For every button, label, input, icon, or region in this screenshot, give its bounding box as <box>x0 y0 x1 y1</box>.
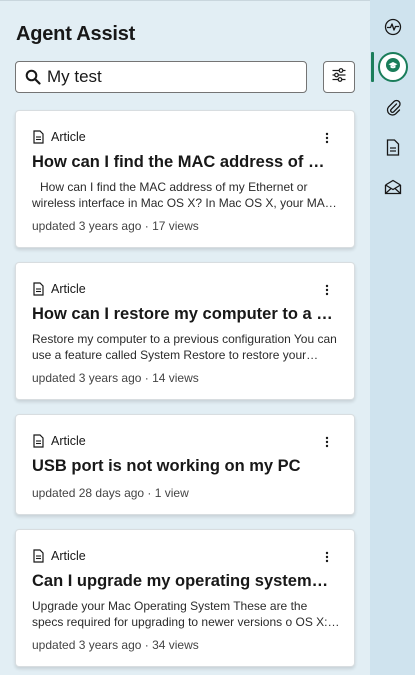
search-value: My test <box>47 67 102 86</box>
panel-title: Agent Assist <box>16 23 136 45</box>
article-card[interactable]: Article How can I restore my computer to… <box>15 262 355 400</box>
article-card[interactable]: Article USB port is not working on my PC… <box>15 414 355 515</box>
search-icon <box>25 69 41 85</box>
article-title[interactable]: Can I upgrade my operating system? What … <box>32 572 338 591</box>
article-type-label: Article <box>51 130 86 144</box>
article-icon <box>32 282 45 296</box>
more-options-icon[interactable] <box>322 549 332 565</box>
knowledge-icon <box>385 57 401 77</box>
more-options-icon[interactable] <box>322 434 332 450</box>
article-description: Restore my computer to a previous config… <box>32 332 337 362</box>
article-meta: updated 28 days ago · 1 view <box>32 486 189 500</box>
article-title[interactable]: USB port is not working on my PC <box>32 457 338 476</box>
attachment-icon[interactable] <box>382 96 404 118</box>
article-card[interactable]: Article How can I find the MAC address o… <box>15 110 355 248</box>
article-icon <box>32 434 45 448</box>
filter-button[interactable] <box>323 61 355 93</box>
more-options-icon[interactable] <box>322 130 332 146</box>
agent-assist-panel: Agent Assist My test Article How can I f… <box>0 0 370 675</box>
document-icon[interactable] <box>382 136 404 158</box>
utility-rail <box>370 0 415 675</box>
email-icon[interactable] <box>382 176 404 198</box>
article-type-label: Article <box>51 549 86 563</box>
knowledge-button[interactable] <box>378 52 408 82</box>
article-meta: updated 3 years ago · 17 views <box>32 219 199 233</box>
article-card[interactable]: Article Can I upgrade my operating syste… <box>15 529 355 667</box>
activity-icon[interactable] <box>382 16 404 38</box>
search-input[interactable]: My test <box>15 61 307 93</box>
filter-icon <box>331 67 347 88</box>
article-icon <box>32 130 45 144</box>
article-icon <box>32 549 45 563</box>
more-options-icon[interactable] <box>322 282 332 298</box>
article-type-label: Article <box>51 434 86 448</box>
article-description: Upgrade your Mac Operating System These … <box>32 599 328 629</box>
active-indicator <box>371 52 374 82</box>
article-title[interactable]: How can I restore my computer to a previ… <box>32 305 338 324</box>
article-description: How can I find the MAC address of my Eth… <box>32 180 334 210</box>
article-title[interactable]: How can I find the MAC address of my Eth… <box>32 153 338 172</box>
article-meta: updated 3 years ago · 34 views <box>32 638 199 652</box>
article-type-label: Article <box>51 282 86 296</box>
article-meta: updated 3 years ago · 14 views <box>32 371 199 385</box>
